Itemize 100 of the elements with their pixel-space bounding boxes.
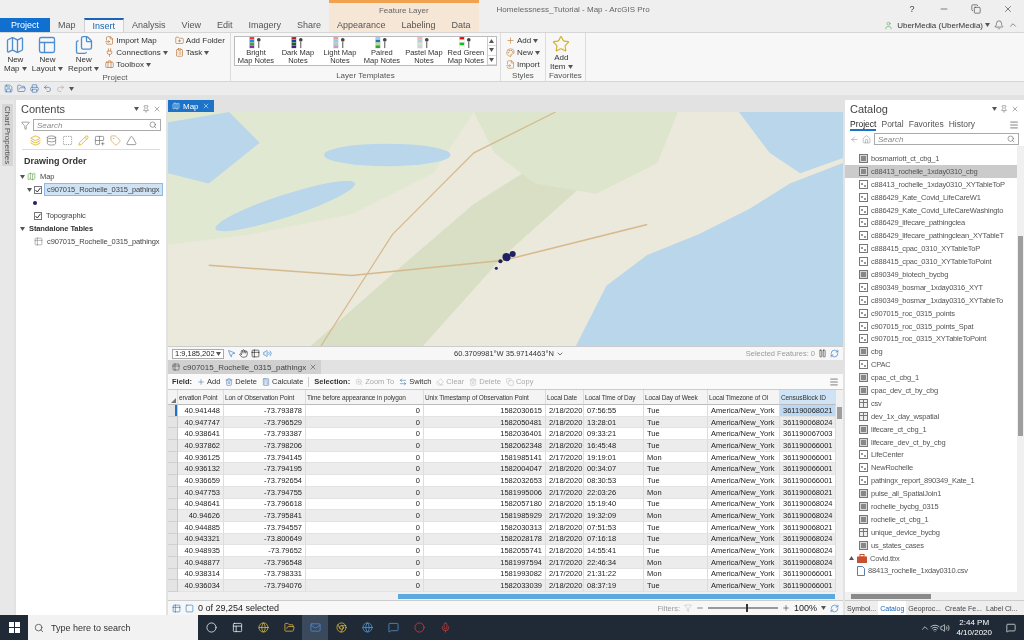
refresh-icon[interactable] bbox=[830, 603, 839, 613]
globe-icon bbox=[257, 622, 269, 633]
source-tab[interactable]: Favorites bbox=[908, 119, 944, 131]
ribbon-button[interactable]: Import Map bbox=[103, 35, 170, 46]
close-icon bbox=[1003, 4, 1013, 14]
ribbon-button[interactable]: New Map bbox=[3, 35, 28, 73]
filter-icon[interactable] bbox=[21, 120, 30, 130]
grid-icon[interactable] bbox=[251, 349, 260, 358]
grid-plus-icon[interactable] bbox=[94, 135, 105, 146]
back-icon[interactable] bbox=[850, 134, 859, 144]
ribbon-button[interactable]: New Layout bbox=[30, 35, 65, 73]
side-tab[interactable]: Chart Properties bbox=[1, 104, 13, 167]
layer-checkbox[interactable] bbox=[34, 211, 42, 220]
filter-icon[interactable] bbox=[683, 604, 692, 612]
windows-logo-icon bbox=[8, 622, 20, 633]
search-box[interactable]: Search bbox=[33, 119, 161, 131]
save-icon[interactable] bbox=[4, 84, 13, 93]
pin-icon[interactable] bbox=[142, 105, 150, 113]
zoom-in-icon[interactable] bbox=[781, 604, 790, 612]
ribbon-tab[interactable]: Imagery bbox=[240, 18, 289, 32]
ribbon-button[interactable]: Toolbox bbox=[103, 59, 170, 70]
undo-icon[interactable] bbox=[43, 84, 52, 93]
search-field[interactable]: Search bbox=[878, 134, 1007, 144]
source-tab[interactable]: History bbox=[948, 119, 976, 131]
ribbon-button[interactable]: Connections bbox=[103, 47, 170, 58]
group-label: Project bbox=[101, 73, 129, 83]
pause-icon[interactable] bbox=[818, 349, 827, 358]
search-field[interactable]: Search bbox=[37, 120, 149, 130]
ribbon-tab[interactable]: Project bbox=[0, 18, 50, 32]
map-tab[interactable]: Map bbox=[168, 100, 214, 112]
pointer-icon[interactable] bbox=[227, 349, 236, 358]
ribbon-tab[interactable]: Map bbox=[50, 18, 84, 32]
taskbar-search-field[interactable]: Type here to search bbox=[49, 621, 192, 634]
ribbon-tab[interactable]: Data bbox=[443, 18, 479, 32]
eraser-icon bbox=[436, 377, 445, 386]
layers-icon[interactable] bbox=[30, 135, 41, 146]
table-icon bbox=[859, 398, 868, 408]
source-tab[interactable]: Project bbox=[850, 119, 877, 131]
ribbon-tab[interactable]: Appearance bbox=[329, 18, 394, 32]
select-all-corner-icon[interactable] bbox=[171, 398, 176, 403]
redo-icon[interactable] bbox=[56, 84, 65, 93]
menu-icon[interactable] bbox=[829, 376, 839, 387]
network-icon[interactable] bbox=[930, 622, 941, 633]
group-label: Favorites bbox=[548, 71, 582, 81]
speaker-icon[interactable] bbox=[263, 349, 272, 358]
ribbon-button[interactable]: New bbox=[503, 47, 542, 58]
refresh-icon[interactable] bbox=[830, 349, 839, 358]
map-notes-icon bbox=[416, 37, 431, 49]
ribbon-button[interactable]: Import bbox=[503, 59, 542, 70]
star-icon bbox=[552, 35, 571, 53]
table-icon bbox=[172, 363, 180, 371]
ribbon-tab[interactable]: Labeling bbox=[393, 18, 444, 32]
record-view-icon[interactable] bbox=[185, 603, 194, 613]
ribbon-tab[interactable]: Share bbox=[288, 18, 329, 32]
plug-icon bbox=[105, 48, 115, 57]
polygon-layer-icon bbox=[859, 373, 868, 383]
layer-checkbox[interactable] bbox=[34, 185, 42, 194]
ribbon-button[interactable]: Add bbox=[503, 35, 542, 46]
pin-icon[interactable] bbox=[1000, 105, 1008, 113]
row-header[interactable] bbox=[168, 405, 178, 417]
home-icon[interactable] bbox=[862, 134, 871, 144]
notification-bell-icon[interactable] bbox=[994, 20, 1004, 30]
calculator-icon bbox=[262, 377, 271, 386]
user-menu[interactable]: UberMedia (UberMedia) bbox=[897, 20, 990, 30]
polygon-layer-icon bbox=[859, 153, 868, 163]
taskbar-search-box[interactable]: Type here to search bbox=[28, 615, 198, 640]
menu-icon[interactable] bbox=[1009, 120, 1019, 130]
zoom-out-icon[interactable] bbox=[695, 604, 704, 612]
pencil-icon[interactable] bbox=[78, 135, 89, 146]
ribbon-button[interactable]: New Report bbox=[67, 35, 101, 73]
folder-icon[interactable] bbox=[17, 84, 26, 93]
close-icon[interactable] bbox=[309, 363, 318, 371]
ribbon-tab[interactable]: Edit bbox=[208, 18, 241, 32]
selection-icon[interactable] bbox=[62, 135, 73, 146]
collapse-ribbon-icon[interactable] bbox=[1008, 20, 1018, 30]
close-icon[interactable] bbox=[153, 105, 161, 113]
printer-icon[interactable] bbox=[30, 84, 39, 93]
hand-icon[interactable] bbox=[239, 349, 248, 358]
table-tab[interactable]: c907015_Rochelle_0315_pathingx bbox=[168, 360, 322, 374]
point-layer-icon bbox=[859, 308, 868, 318]
help-button[interactable]: ? bbox=[896, 0, 928, 18]
database-icon[interactable] bbox=[46, 135, 57, 146]
clock-date: 4/10/2020 bbox=[956, 627, 992, 638]
plus-icon bbox=[505, 36, 515, 45]
ribbon-tab[interactable]: View bbox=[173, 18, 209, 32]
tag-icon[interactable] bbox=[110, 135, 121, 146]
ribbon-button[interactable]: Add Item bbox=[548, 35, 574, 71]
table-view-icon[interactable] bbox=[172, 603, 181, 613]
volume-icon[interactable] bbox=[940, 622, 951, 633]
point-layer-icon bbox=[859, 192, 868, 202]
ribbon-button[interactable]: Add Folder bbox=[172, 35, 227, 46]
close-icon[interactable] bbox=[201, 102, 210, 110]
source-tab[interactable]: Portal bbox=[881, 119, 904, 131]
ribbon-tab[interactable]: Insert bbox=[83, 18, 125, 32]
search-box[interactable]: Search bbox=[874, 133, 1019, 145]
close-icon[interactable] bbox=[1011, 105, 1019, 113]
ribbon-button[interactable]: Task bbox=[172, 47, 227, 58]
ribbon-tab[interactable]: Analysis bbox=[124, 18, 174, 32]
triangle-icon[interactable] bbox=[126, 135, 137, 146]
layout-icon bbox=[37, 35, 58, 55]
